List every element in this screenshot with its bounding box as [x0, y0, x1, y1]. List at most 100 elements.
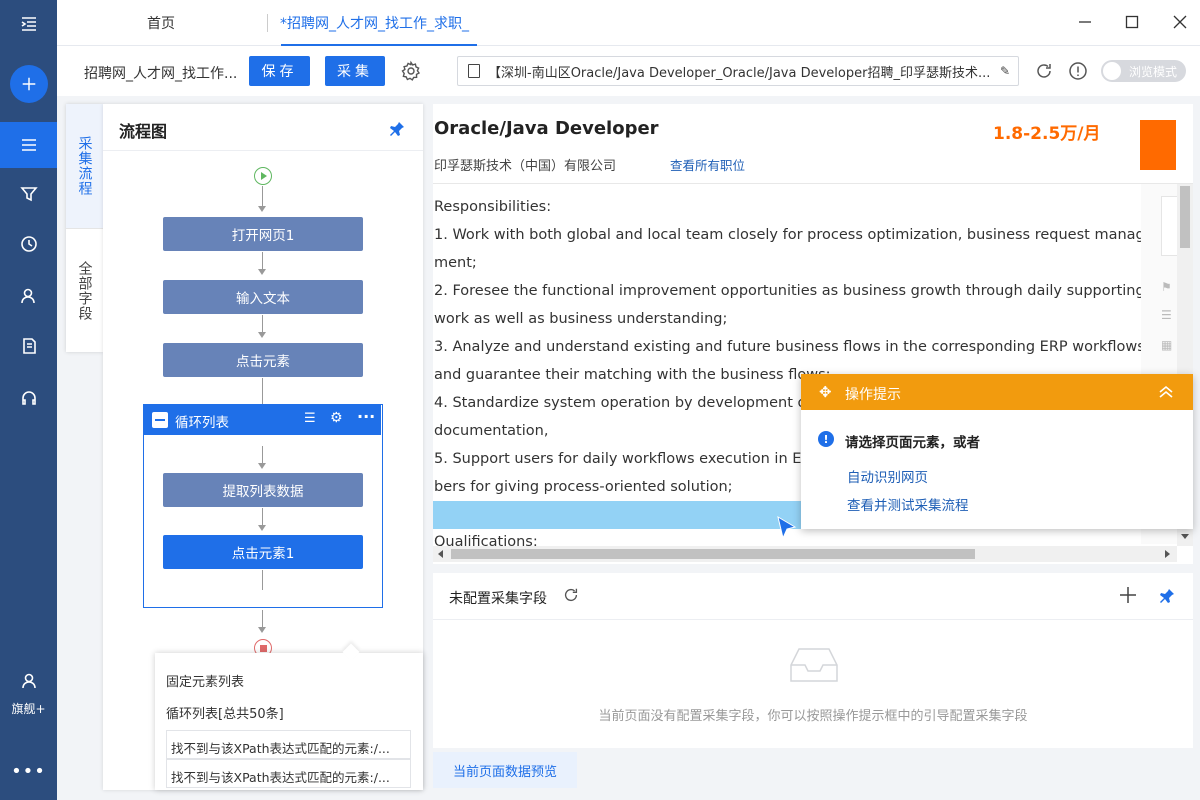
job-line[interactable]: 2. Foresee the functional improvement op…: [434, 283, 1145, 299]
data-preview-tab[interactable]: 当前页面数据预览: [433, 752, 577, 788]
scroll-left-arrow[interactable]: [438, 550, 443, 558]
calendar-icon[interactable]: ▦: [1161, 338, 1172, 352]
maximize-button[interactable]: [1120, 10, 1144, 34]
job-line[interactable]: 1. Work with both global and local team …: [434, 227, 1154, 243]
job-line[interactable]: Responsibilities:: [434, 199, 551, 215]
save-button[interactable]: 保存: [249, 56, 310, 86]
flow-node-extract-list[interactable]: 提取列表数据: [163, 473, 363, 507]
scroll-right-arrow[interactable]: [1165, 550, 1170, 558]
flow-node-input-text[interactable]: 输入文本: [163, 280, 363, 314]
view-all-jobs-link[interactable]: 查看所有职位: [670, 155, 745, 174]
list-icon[interactable]: ☰: [1161, 308, 1172, 322]
nav-data-button[interactable]: [0, 324, 57, 368]
loop-settings-icon[interactable]: ⚙: [330, 410, 343, 426]
browse-mode-label: 浏览模式: [1129, 64, 1178, 79]
flagship-label[interactable]: 旗舰+: [0, 700, 57, 717]
scrollbar-thumb[interactable]: [451, 549, 975, 559]
job-line[interactable]: 3. Analyze and understand existing and f…: [434, 339, 1145, 355]
arrow-icon: [258, 627, 266, 633]
refresh-fields-icon[interactable]: [562, 586, 582, 606]
tip-header[interactable]: ✥ 操作提示: [801, 374, 1193, 410]
company-name[interactable]: 印孚瑟斯技术（中国）有限公司: [434, 155, 616, 174]
minimize-button[interactable]: [1073, 10, 1097, 34]
job-line[interactable]: documentation,: [434, 423, 548, 439]
clock-icon: [20, 236, 37, 252]
job-line[interactable]: 4. Standardize system operation by devel…: [434, 395, 833, 411]
loop-list-header: 循环列表 ☰ ⚙ ···: [144, 405, 381, 435]
tip-title: 操作提示: [845, 387, 901, 403]
tab-current-task[interactable]: *招聘网_人才网_找工作_求职_: [280, 0, 480, 46]
more-icon[interactable]: •••: [0, 750, 57, 794]
loop-more-icon[interactable]: ···: [357, 407, 375, 426]
flag-icon[interactable]: ⚑: [1161, 280, 1172, 294]
connector-line: [262, 508, 263, 525]
job-line[interactable]: ment;: [434, 255, 477, 271]
url-field[interactable]: 【深圳-南山区Oracle/Java Developer_Oracle/Java…: [457, 56, 1019, 86]
job-title[interactable]: Oracle/Java Developer: [434, 118, 659, 139]
funnel-icon: [19, 187, 38, 202]
job-line[interactable]: work as well as business understanding;: [434, 311, 727, 327]
arrow-icon: [258, 332, 266, 338]
popup-summary: 循环列表[总共50条]: [166, 707, 284, 722]
menu-collapse-icon[interactable]: [0, 2, 57, 46]
tab-collect-flow[interactable]: 采集流程: [66, 104, 103, 228]
new-task-button[interactable]: [0, 62, 57, 106]
tab-home[interactable]: 首页: [147, 0, 175, 46]
edit-url-icon[interactable]: ✎: [1000, 64, 1010, 78]
nav-account-button[interactable]: [0, 274, 57, 318]
user-icon: [21, 673, 36, 689]
apply-block[interactable]: [1140, 120, 1176, 170]
collapse-icon[interactable]: [152, 412, 168, 428]
plus-icon: [9, 65, 48, 103]
tab-all-fields[interactable]: 全部字段: [66, 228, 103, 352]
user-profile-button[interactable]: [0, 664, 57, 698]
add-field-icon[interactable]: [1118, 585, 1138, 605]
connector-line: [262, 446, 263, 463]
side-tabs: 采集流程 全部字段: [66, 104, 103, 352]
flow-node-click-element[interactable]: 点击元素: [163, 343, 363, 377]
fields-divider: [433, 619, 1193, 620]
info-icon[interactable]: [1068, 61, 1088, 81]
auto-detect-link[interactable]: 自动识别网页: [847, 466, 928, 486]
browse-mode-toggle[interactable]: 浏览模式: [1101, 60, 1186, 82]
field-config-panel: 未配置采集字段 当前页面没有配置采集字段，你可以按照操作提示框中的引导配置采集字…: [433, 573, 1193, 748]
nav-schedule-button[interactable]: [0, 222, 57, 266]
job-salary[interactable]: 1.8-2.5万/月: [993, 119, 1101, 144]
minimize-icon: [1079, 21, 1091, 23]
scrollbar-thumb[interactable]: [1180, 186, 1190, 248]
nav-template-button[interactable]: [0, 172, 57, 216]
task-name[interactable]: 招聘网_人才网_找工作...: [84, 63, 237, 83]
title-bar: 首页 *招聘网_人才网_找工作_求职_: [57, 0, 1200, 46]
tip-message: 请选择页面元素，或者: [845, 435, 980, 451]
close-button[interactable]: [1168, 10, 1192, 34]
job-line[interactable]: 5. Support users for daily workflows exe…: [434, 451, 837, 467]
settings-gear-icon[interactable]: [400, 60, 422, 82]
loop-list-title: 循环列表: [175, 415, 229, 431]
left-nav-bar: 旗舰+ •••: [0, 0, 57, 800]
collapse-up-icon[interactable]: [1157, 383, 1175, 401]
scroll-down-arrow[interactable]: [1181, 534, 1189, 539]
job-line[interactable]: and guarantee their matching with the bu…: [434, 367, 831, 383]
loop-options-icon[interactable]: ☰: [304, 411, 316, 426]
job-line[interactable]: bers for giving process-oriented solutio…: [434, 479, 733, 495]
list-item[interactable]: 找不到与该XPath表达式匹配的元素:/...: [166, 759, 411, 788]
page-icon: [468, 64, 480, 78]
headset-icon: [21, 391, 36, 405]
pin-icon[interactable]: [1159, 588, 1175, 606]
refresh-icon[interactable]: [1034, 61, 1054, 81]
flow-node-click-element1[interactable]: 点击元素1: [163, 535, 363, 569]
nav-tasks-button[interactable]: [0, 122, 57, 168]
flow-node-open-page[interactable]: 打开网页1: [163, 217, 363, 251]
fields-title: 未配置采集字段: [449, 591, 547, 607]
move-icon[interactable]: ✥: [819, 383, 832, 401]
horizontal-scrollbar[interactable]: [433, 546, 1177, 562]
users-icon: [20, 288, 35, 304]
test-flow-link[interactable]: 查看并测试采集流程: [847, 494, 969, 514]
loop-list-popup: 固定元素列表 循环列表[总共50条] 找不到与该XPath表达式匹配的元素:/.…: [155, 643, 423, 790]
list-item[interactable]: 找不到与该XPath表达式匹配的元素:/...: [166, 730, 411, 759]
empty-inbox-icon: [789, 645, 839, 685]
highlighted-element[interactable]: [433, 501, 801, 529]
nav-support-button[interactable]: [0, 376, 57, 420]
collect-button[interactable]: 采集: [325, 56, 385, 86]
pin-icon[interactable]: [389, 121, 405, 139]
